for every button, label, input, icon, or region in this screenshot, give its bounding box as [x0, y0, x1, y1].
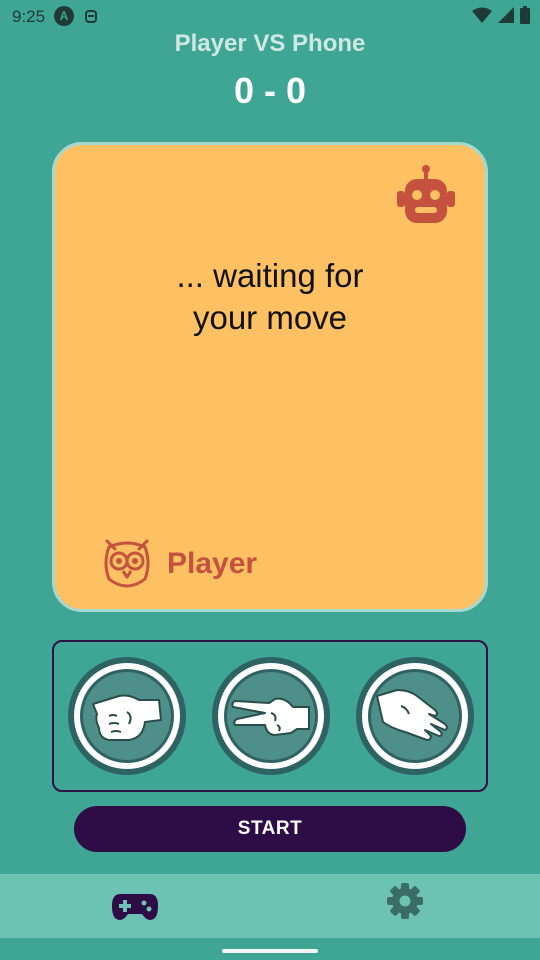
- move-selection-panel: [52, 640, 488, 792]
- a-badge-icon: A: [54, 6, 74, 26]
- cellular-icon: [498, 7, 514, 23]
- status-time: 9:25: [12, 7, 46, 26]
- status-right-icons: [472, 6, 530, 24]
- status-message: ... waiting for your move: [176, 257, 364, 336]
- robot-icon: [397, 165, 455, 223]
- game-card: ... waiting for your move Player: [52, 142, 488, 612]
- gamepad-icon[interactable]: [110, 890, 160, 924]
- gesture-handle[interactable]: [222, 949, 318, 953]
- debug-icon: [85, 10, 97, 23]
- rock-fist-icon: [92, 694, 162, 741]
- score-display: 0 - 0: [233, 70, 307, 111]
- scissors-hand-icon: [231, 697, 310, 736]
- paper-button[interactable]: [356, 657, 474, 775]
- scissors-button[interactable]: [212, 657, 330, 775]
- bottom-navigation: [0, 874, 540, 938]
- battery-icon: [520, 6, 530, 24]
- player-label: Player: [167, 547, 258, 580]
- owl-icon: [104, 539, 150, 588]
- player-indicator: Player: [101, 537, 257, 591]
- rock-button[interactable]: [68, 657, 186, 775]
- wifi-icon: [472, 7, 492, 23]
- gear-icon[interactable]: [386, 882, 424, 920]
- page-title: Player VS Phone: [174, 30, 366, 57]
- gesture-area: [0, 938, 540, 960]
- status-bar: 9:25 A: [0, 0, 540, 32]
- paper-hand-icon: [376, 689, 448, 741]
- start-button[interactable]: START: [74, 806, 466, 852]
